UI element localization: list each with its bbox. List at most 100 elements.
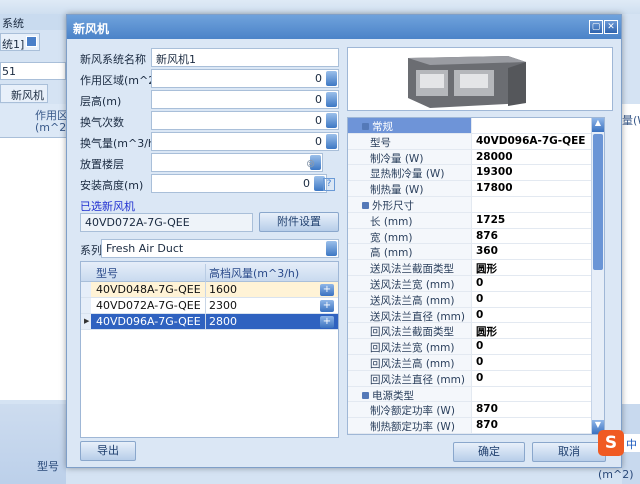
series-value: Fresh Air Duct — [106, 242, 184, 255]
property-row[interactable]: 回风法兰高 (mm) 0 — [348, 354, 591, 371]
header-model[interactable]: 型号 — [93, 264, 121, 283]
background-field-value: 51 — [2, 65, 16, 78]
add-row-button[interactable]: + — [320, 316, 334, 328]
field-input[interactable]: 0 — [151, 69, 339, 88]
table-row[interactable]: 40VD048A-7G-QEE 1600 + — [81, 282, 338, 298]
property-value: 0 — [476, 371, 484, 384]
help-icon[interactable]: ? — [323, 178, 335, 191]
field-input[interactable]: 0 — [151, 111, 339, 130]
ime-logo-icon[interactable]: S — [598, 430, 624, 456]
field-input[interactable]: 0 — [151, 132, 339, 151]
property-label: 送风法兰直径 (mm) — [348, 307, 472, 323]
property-row[interactable]: 送风法兰截面类型 圆形 — [348, 260, 591, 276]
field-value: 0 — [315, 72, 322, 85]
scroll-thumb[interactable] — [593, 134, 603, 270]
spinner-icon[interactable] — [326, 134, 337, 149]
spinner-icon[interactable] — [326, 71, 337, 86]
property-row[interactable]: 制热量 (W) 17800 — [348, 181, 591, 197]
spinner-icon[interactable] — [326, 92, 337, 107]
property-row[interactable]: 送风法兰直径 (mm) 0 — [348, 307, 591, 324]
cancel-button[interactable]: 取消 — [532, 442, 606, 462]
bottom-col-model: 型号 — [37, 460, 59, 473]
series-select[interactable]: Fresh Air Duct — [101, 239, 339, 258]
property-row[interactable]: 高 (mm) 360 — [348, 244, 591, 261]
clear-icon[interactable]: ⊗ — [306, 157, 315, 170]
property-row[interactable]: 回风法兰截面类型 圆形 — [348, 323, 591, 340]
app-title: 系统 — [2, 17, 24, 30]
collapse-icon[interactable] — [362, 391, 369, 399]
close-icon[interactable]: ✕ — [604, 20, 618, 34]
selected-model-field: 40VD072A-7G-QEE — [80, 213, 253, 232]
property-category[interactable]: 电源类型 — [348, 386, 591, 403]
property-row[interactable]: 制冷额定功率 (W) 870 — [348, 402, 591, 419]
scroll-up-icon[interactable]: ▲ — [592, 118, 604, 132]
chevron-down-icon[interactable] — [326, 241, 337, 256]
row-model: 40VD048A-7G-QEE — [96, 283, 201, 296]
spinner-icon[interactable] — [326, 113, 337, 128]
field-input[interactable]: 0 — [151, 90, 339, 109]
property-value: 1725 — [476, 213, 506, 226]
property-category[interactable]: 外形尺寸 — [348, 196, 591, 213]
add-row-button[interactable]: + — [320, 300, 334, 312]
property-value: 0 — [476, 340, 484, 353]
property-row[interactable]: 送风法兰高 (mm) 0 — [348, 291, 591, 308]
tab-fresh-air-label: 新风机 — [11, 89, 44, 102]
close-tab-icon[interactable] — [26, 36, 37, 47]
table-row[interactable]: ▶ 40VD096A-7G-QEE 2800 + — [81, 314, 338, 330]
row-airflow: 2800 — [205, 314, 240, 329]
property-value: 360 — [476, 245, 498, 258]
background-grid — [0, 138, 66, 400]
grid-header: 型号 高档风量(m^3/h) — [81, 262, 338, 283]
property-row[interactable]: 送风法兰宽 (mm) 0 — [348, 275, 591, 292]
export-button[interactable]: 导出 — [80, 441, 136, 461]
background-field[interactable]: 51 — [0, 62, 66, 80]
property-row[interactable]: 型号 40VD096A-7G-QEE — [348, 133, 591, 150]
property-category[interactable]: 常规 — [348, 118, 591, 134]
property-row[interactable]: 长 (mm) 1725 — [348, 212, 591, 229]
property-value: 28000 — [476, 150, 513, 163]
row-model: 40VD072A-7G-QEE — [96, 299, 201, 312]
property-label: 送风法兰截面类型 — [348, 260, 472, 275]
table-row[interactable]: 40VD072A-7G-QEE 2300 + — [81, 298, 338, 314]
ime-bar[interactable]: 中 — [624, 434, 640, 452]
accessory-settings-button[interactable]: 附件设置 — [259, 212, 339, 232]
maximize-icon[interactable]: ▢ — [589, 20, 603, 34]
collapse-icon[interactable] — [362, 123, 369, 130]
row-airflow: 2300 — [205, 298, 240, 313]
property-label: 送风法兰宽 (mm) — [348, 275, 472, 291]
collapse-icon[interactable] — [362, 201, 369, 209]
duct-unit-image — [408, 56, 526, 108]
property-scrollbar[interactable]: ▲ ▼ — [591, 118, 604, 434]
property-label: 宽 (mm) — [348, 228, 472, 244]
field-input[interactable]: 0 — [151, 174, 327, 193]
row-indicator: ▶ — [81, 314, 91, 329]
field-label: 作用区域(m^2) — [80, 74, 160, 87]
ok-button[interactable]: 确定 — [453, 442, 525, 462]
property-value: 0 — [476, 355, 484, 368]
tab-fresh-air[interactable]: 新风机 — [0, 84, 48, 103]
property-grid: 常规 型号 40VD096A-7G-QEE 制冷量 (W) 28000 显热制冷量 (W)… — [347, 117, 605, 435]
selected-label: 已选新风机 — [80, 200, 135, 213]
dialog-title-bar[interactable]: 新风机 — [67, 15, 621, 39]
right-background: 量(W — [622, 104, 640, 404]
property-label: 回风法兰截面类型 — [348, 323, 472, 338]
property-row[interactable]: 回风法兰直径 (mm) 0 — [348, 370, 591, 387]
add-row-button[interactable]: + — [320, 284, 334, 296]
row-model: 40VD096A-7G-QEE — [96, 315, 201, 328]
fresh-air-dialog: 新风机 ▢ ✕ 新风系统名称 新风机1 作用区域(m^2) 0 层高(m) 0 换气次… — [66, 14, 622, 468]
model-grid: 型号 高档风量(m^3/h) 40VD048A-7G-QEE 1600 + 40… — [80, 261, 339, 438]
field-value: 新风机1 — [156, 53, 196, 66]
header-airflow[interactable]: 高档风量(m^3/h) — [205, 264, 302, 283]
field-value: 0 — [303, 177, 310, 190]
field-input[interactable] — [151, 153, 323, 172]
property-row[interactable]: 回风法兰宽 (mm) 0 — [348, 339, 591, 355]
property-value: 19300 — [476, 166, 513, 179]
property-row[interactable]: 制冷量 (W) 28000 — [348, 149, 591, 166]
property-row[interactable]: 宽 (mm) 876 — [348, 228, 591, 245]
property-row[interactable]: 制热额定功率 (W) 870 — [348, 418, 591, 434]
field-label: 换气次数 — [80, 116, 124, 129]
property-value: 0 — [476, 308, 484, 321]
property-label: 型号 — [348, 133, 472, 149]
field-input[interactable]: 新风机1 — [151, 48, 339, 67]
property-row[interactable]: 显热制冷量 (W) 19300 — [348, 165, 591, 182]
